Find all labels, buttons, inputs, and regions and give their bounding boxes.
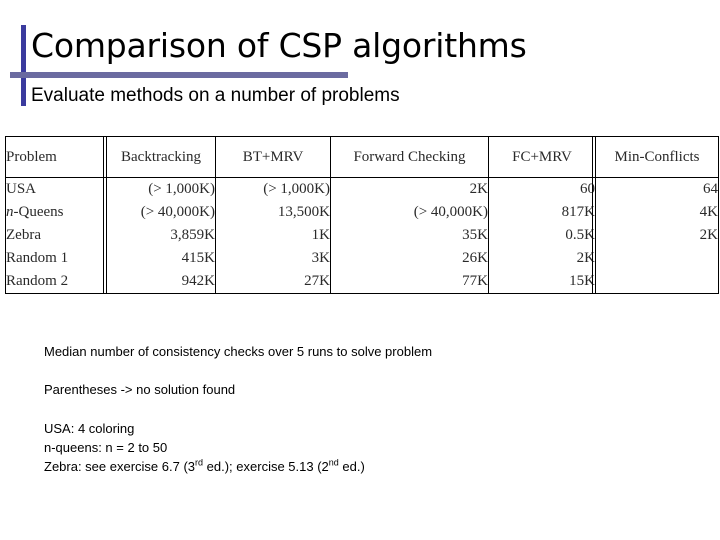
cell-bt-mrv: (> 1,000K) bbox=[215, 177, 331, 201]
table-row: n-Queens (> 40,000K) 13,500K (> 40,000K)… bbox=[6, 200, 719, 225]
note-parentheses: Parentheses -> no solution found bbox=[44, 382, 236, 397]
note-usa: USA: 4 coloring bbox=[44, 421, 135, 436]
cell-min-conflicts bbox=[592, 246, 719, 271]
title-accent-horizontal-rule bbox=[10, 72, 348, 78]
note-zebra-sup-nd: nd bbox=[328, 457, 339, 468]
cell-problem: n-Queens bbox=[6, 201, 107, 224]
cell-bt-mrv: 1K bbox=[215, 224, 331, 247]
cell-backtracking: (> 40,000K) bbox=[103, 200, 216, 225]
cell-fc-mrv: 15K bbox=[488, 270, 596, 294]
cell-backtracking: 942K bbox=[103, 269, 216, 294]
note-zebra-suffix: ed.) bbox=[338, 459, 365, 474]
cell-problem: Random 2 bbox=[6, 270, 107, 294]
cell-forward-checking: (> 40,000K) bbox=[330, 201, 489, 224]
table-header-row: Problem Backtracking BT+MRV Forward Chec… bbox=[5, 135, 719, 178]
note-zebra: Zebra: see exercise 6.7 (3rd ed.); exerc… bbox=[44, 457, 365, 476]
table-row: Random 2 942K 27K 77K 15K bbox=[6, 269, 719, 294]
cell-problem: Random 1 bbox=[6, 247, 107, 270]
cell-bt-mrv: 3K bbox=[215, 247, 331, 270]
column-header-forward-checking: Forward Checking bbox=[330, 136, 489, 178]
problem-label: Zebra bbox=[6, 227, 41, 243]
cell-fc-mrv: 817K bbox=[488, 201, 596, 224]
problem-label: Random 2 bbox=[6, 273, 69, 289]
cell-min-conflicts bbox=[592, 269, 719, 294]
page-subtitle: Evaluate methods on a number of problems bbox=[31, 85, 400, 106]
cell-forward-checking: 26K bbox=[330, 247, 489, 270]
column-header-bt-mrv: BT+MRV bbox=[215, 136, 331, 178]
table-row: USA (> 1,000K) (> 1,000K) 2K 60 64 bbox=[6, 176, 719, 202]
cell-min-conflicts: 4K bbox=[592, 200, 719, 225]
cell-backtracking: (> 1,000K) bbox=[103, 176, 216, 201]
table-body: USA (> 1,000K) (> 1,000K) 2K 60 64 n-Que… bbox=[6, 176, 719, 294]
cell-fc-mrv: 60 bbox=[488, 177, 596, 201]
cell-backtracking: 415K bbox=[103, 246, 216, 271]
cell-problem: Zebra bbox=[6, 224, 107, 247]
table-row: Zebra 3,859K 1K 35K 0.5K 2K bbox=[6, 223, 719, 248]
problem-italic-prefix: n bbox=[6, 204, 14, 220]
cell-min-conflicts: 64 bbox=[592, 176, 719, 201]
column-header-backtracking: Backtracking bbox=[103, 135, 216, 178]
cell-min-conflicts: 2K bbox=[592, 223, 719, 248]
cell-forward-checking: 35K bbox=[330, 224, 489, 247]
cell-forward-checking: 77K bbox=[330, 270, 489, 294]
cell-bt-mrv: 27K bbox=[215, 270, 331, 294]
table-header: Problem Backtracking BT+MRV Forward Chec… bbox=[5, 135, 719, 178]
cell-problem: USA bbox=[6, 178, 107, 202]
note-nqueens: n-queens: n = 2 to 50 bbox=[44, 440, 168, 455]
note-zebra-prefix: Zebra: see exercise 6.7 (3 bbox=[44, 459, 196, 474]
cell-backtracking: 3,859K bbox=[103, 223, 216, 248]
column-header-fc-mrv: FC+MRV bbox=[488, 136, 596, 178]
table-row: Random 1 415K 3K 26K 2K bbox=[6, 246, 719, 271]
results-table-container: Problem Backtracking BT+MRV Forward Chec… bbox=[5, 135, 719, 294]
problem-label: USA bbox=[6, 181, 37, 197]
cell-fc-mrv: 2K bbox=[488, 247, 596, 270]
cell-forward-checking: 2K bbox=[330, 177, 489, 201]
note-zebra-mid: ed.); exercise 5.13 (2 bbox=[203, 459, 329, 474]
note-zebra-sup-rd: rd bbox=[195, 457, 204, 468]
title-accent-vertical-bar bbox=[21, 25, 26, 106]
page-title: Comparison of CSP algorithms bbox=[31, 26, 527, 65]
column-header-problem: Problem bbox=[5, 136, 107, 178]
csp-algorithm-comparison-table: Problem Backtracking BT+MRV Forward Chec… bbox=[5, 135, 719, 294]
problem-label: Random 1 bbox=[6, 250, 69, 266]
problem-label: -Queens bbox=[13, 204, 64, 220]
cell-bt-mrv: 13,500K bbox=[215, 201, 331, 224]
note-problem-definitions: USA: 4 coloring n-queens: n = 2 to 50 Ze… bbox=[44, 419, 365, 476]
column-header-min-conflicts: Min-Conflicts bbox=[592, 135, 719, 178]
note-median-checks: Median number of consistency checks over… bbox=[44, 344, 433, 359]
cell-fc-mrv: 0.5K bbox=[488, 224, 596, 247]
